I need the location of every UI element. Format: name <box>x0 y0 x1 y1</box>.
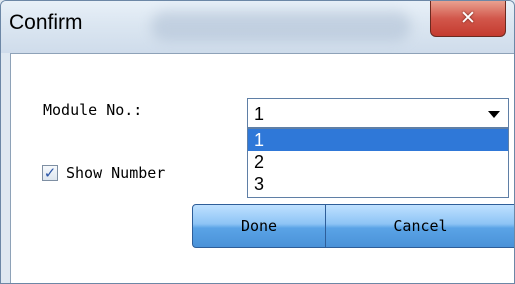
module-number-select[interactable]: 1 <box>247 98 509 128</box>
show-number-checkbox[interactable]: ✓ <box>42 165 58 181</box>
show-number-row[interactable]: ✓ Show Number <box>42 164 165 182</box>
cancel-button-label: Cancel <box>393 217 448 235</box>
dropdown-option[interactable]: 3 <box>248 173 508 195</box>
dropdown-option[interactable]: 2 <box>248 151 508 173</box>
cancel-button[interactable]: Cancel <box>326 204 514 248</box>
module-number-dropdown: 1 2 3 <box>247 128 509 198</box>
checkmark-icon: ✓ <box>43 163 57 182</box>
done-button-label: Done <box>240 217 278 235</box>
done-button[interactable]: Done <box>192 204 326 248</box>
close-icon: ✕ <box>460 7 476 29</box>
title-bar-glass <box>151 11 411 41</box>
close-button[interactable]: ✕ <box>430 1 506 37</box>
module-number-label: Module No.: <box>43 101 143 119</box>
confirm-dialog: Confirm ✕ Module No.: 1 1 2 3 ✓ Show Num… <box>0 0 515 284</box>
dropdown-option[interactable]: 1 <box>248 129 508 151</box>
chevron-down-icon[interactable] <box>488 111 500 118</box>
title-bar: Confirm ✕ <box>1 1 514 53</box>
window-title: Confirm <box>9 11 83 34</box>
dialog-body: Module No.: 1 1 2 3 ✓ Show Number Done C… <box>10 53 514 283</box>
show-number-label: Show Number <box>66 164 166 182</box>
module-number-value: 1 <box>254 104 265 124</box>
